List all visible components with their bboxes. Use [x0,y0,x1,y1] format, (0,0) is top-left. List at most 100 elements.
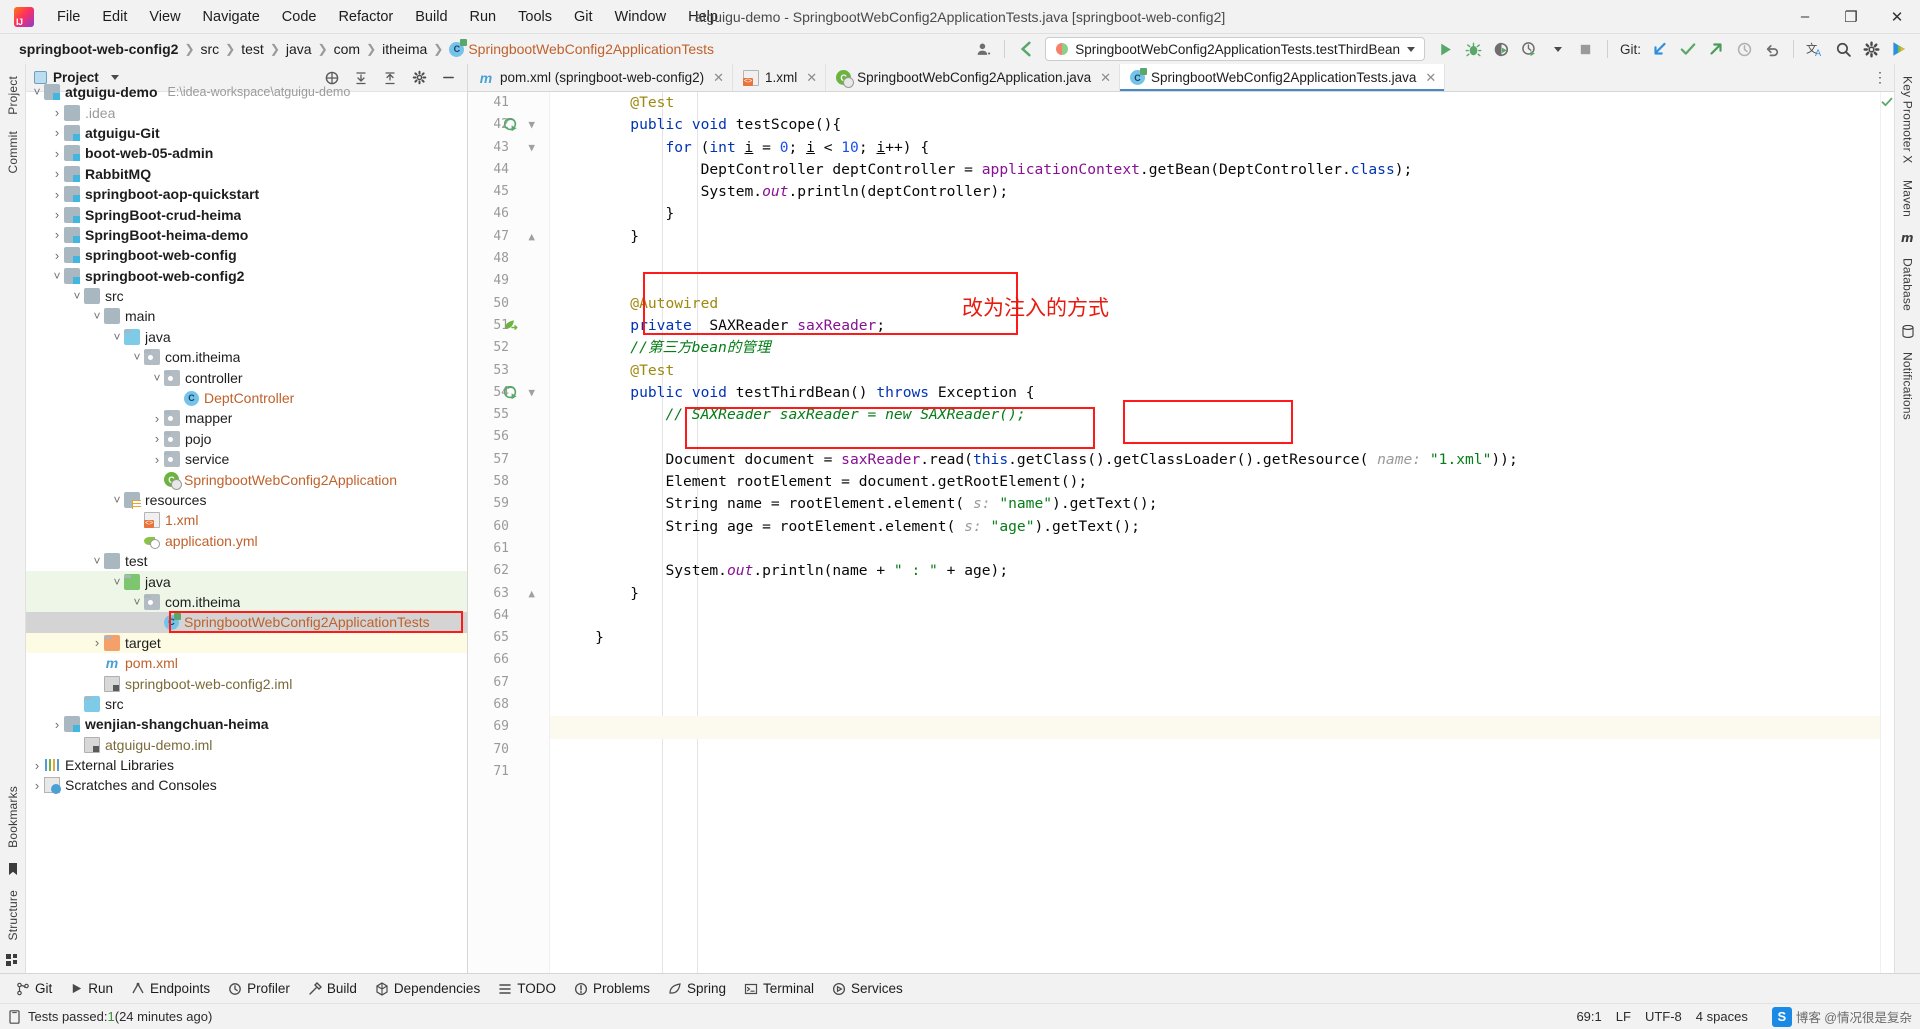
run-test-gutter-icon[interactable] [504,118,518,132]
chevron-down-icon[interactable]: ˅ [90,309,104,323]
run-test-gutter-icon[interactable] [504,385,518,400]
chevron-right-icon[interactable]: › [50,187,64,202]
tree-node[interactable]: ˅ test [26,551,467,571]
chevron-down-icon[interactable]: ˅ [70,289,84,303]
search-everywhere-icon[interactable] [1830,37,1856,61]
chevron-down-icon[interactable]: ˅ [130,595,144,609]
gutter-row[interactable]: 51 [468,315,549,337]
ide-feature-icon[interactable] [1886,37,1912,61]
code-line[interactable]: // SAXReader saxReader = new SAXReader()… [550,404,1880,426]
code-editor[interactable]: 41 42 ▼ 43 ▼ 44 45 46 47 ▲ 48 49 50 51 52 53 54 ▼ 55 56 57 58… [468,92,1894,973]
code-line[interactable]: public void testScope(){ [550,114,1880,136]
user-account-icon[interactable] [970,37,996,61]
breadcrumb-item-java[interactable]: java [281,40,317,58]
gutter-row[interactable]: 61 [468,538,549,560]
file-encoding[interactable]: UTF-8 [1645,1009,1682,1024]
code-line[interactable]: System.out.println(name + " : " + age); [550,560,1880,582]
code-line[interactable]: } [550,583,1880,605]
gutter-row[interactable]: 57 [468,449,549,471]
gutter-row[interactable]: 55 [468,404,549,426]
gutter-row[interactable]: 70 [468,739,549,761]
gutter-row[interactable]: 66 [468,649,549,671]
chevron-right-icon[interactable]: › [150,452,164,467]
code-fold-icon[interactable]: ▲ [526,588,535,599]
chevron-down-icon[interactable]: ˅ [50,269,64,283]
chevron-down-icon[interactable]: ˅ [90,554,104,568]
tool-button-todo[interactable]: TODO [490,978,564,999]
maximize-button[interactable]: ❐ [1828,0,1874,33]
tree-node[interactable]: C DeptController [26,388,467,408]
tree-node[interactable]: ˅ src [26,286,467,306]
stop-button[interactable] [1573,37,1599,61]
gutter-row[interactable]: 68 [468,694,549,716]
code-line[interactable] [550,538,1880,560]
gutter-row[interactable]: 52 [468,337,549,359]
menu-navigate[interactable]: Navigate [192,5,271,29]
tree-node[interactable]: ˅ main [26,306,467,326]
tree-node[interactable]: ˅ controller [26,367,467,387]
tree-node[interactable]: › mapper [26,408,467,428]
chevron-right-icon[interactable]: › [50,227,64,242]
gutter-row[interactable]: 67 [468,672,549,694]
code-line[interactable]: @Test [550,92,1880,114]
code-line[interactable]: for (int i = 0; i < 10; i++) { [550,137,1880,159]
code-line[interactable] [550,248,1880,270]
breadcrumb-item-class[interactable]: C SpringbootWebConfig2ApplicationTests [444,38,719,58]
code-fold-icon[interactable]: ▲ [526,231,535,242]
gutter-row[interactable]: 62 [468,560,549,582]
indent-setting[interactable]: 4 spaces [1696,1009,1748,1024]
tree-node[interactable]: › wenjian-shangchuan-heima [26,714,467,734]
git-history-icon[interactable] [1731,37,1757,61]
code-line[interactable]: String name = rootElement.element( s: "n… [550,493,1880,515]
tool-button-problems[interactable]: Problems [566,978,658,999]
gutter-row[interactable]: 63 ▲ [468,583,549,605]
editor-gutter[interactable]: 41 42 ▼ 43 ▼ 44 45 46 47 ▲ 48 49 50 51 52 53 54 ▼ 55 56 57 58… [468,92,550,973]
chevron-down-icon[interactable]: ˅ [150,371,164,385]
gutter-row[interactable]: 64 [468,605,549,627]
gutter-row[interactable]: 49 [468,270,549,292]
tree-node[interactable]: › External Libraries [26,755,467,775]
tree-node[interactable]: › boot-web-05-admin [26,143,467,163]
gutter-row[interactable]: 53 [468,360,549,382]
tool-button-dependencies[interactable]: Dependencies [367,978,488,999]
chevron-down-icon[interactable]: ˅ [30,85,44,99]
code-line[interactable] [550,270,1880,292]
settings-gear-icon[interactable] [1858,37,1884,61]
spring-bean-gutter-icon[interactable] [504,319,518,333]
tool-button-terminal[interactable]: Terminal [736,978,822,999]
chevron-down-icon[interactable]: ˅ [110,575,124,589]
gutter-row[interactable]: 58 [468,471,549,493]
breadcrumb-item-itheima[interactable]: itheima [377,40,432,58]
code-line[interactable]: String age = rootElement.element( s: "ag… [550,516,1880,538]
error-stripe-markers[interactable] [1880,92,1894,973]
rail-button-maven[interactable]: Maven [1901,172,1915,225]
tree-node[interactable]: application.yml [26,531,467,551]
gutter-row[interactable]: 65 [468,627,549,649]
tree-node[interactable]: › target [26,632,467,653]
menu-git[interactable]: Git [563,5,604,29]
back-arrow-icon[interactable] [1013,37,1039,61]
tool-button-build[interactable]: Build [300,978,365,999]
tree-node[interactable]: 1.xml [26,510,467,530]
code-line[interactable]: } [550,226,1880,248]
breadcrumb-item-src[interactable]: src [196,40,225,58]
code-line[interactable]: public void testThirdBean() throws Excep… [550,382,1880,404]
tree-node[interactable]: › RabbitMQ [26,164,467,184]
editor-tab-pom-xml[interactable]: m pom.xml (springboot-web-config2) ✕ [468,64,733,91]
gutter-row[interactable]: 47 ▲ [468,226,549,248]
menu-view[interactable]: View [138,5,191,29]
tree-node[interactable]: › service [26,449,467,469]
tree-node[interactable]: › springboot-aop-quickstart [26,184,467,204]
run-configuration-selector[interactable]: SpringbootWebConfig2ApplicationTests.tes… [1045,37,1425,61]
gutter-row[interactable]: 50 [468,293,549,315]
gutter-row[interactable]: 41 [468,92,549,114]
tree-node[interactable]: › .idea [26,102,467,122]
profiler-button[interactable] [1517,37,1543,61]
rail-button-structure[interactable]: Structure [6,882,20,949]
project-tree[interactable]: ˅ atguigu-demo E:\idea-workspace\atguigu-d… [26,82,467,973]
breadcrumb-item-project[interactable]: springboot-web-config2 [14,40,183,58]
menu-build[interactable]: Build [404,5,458,29]
tool-button-profiler[interactable]: Profiler [220,978,298,999]
code-line[interactable] [550,761,1880,783]
run-with-coverage-button[interactable] [1489,37,1515,61]
